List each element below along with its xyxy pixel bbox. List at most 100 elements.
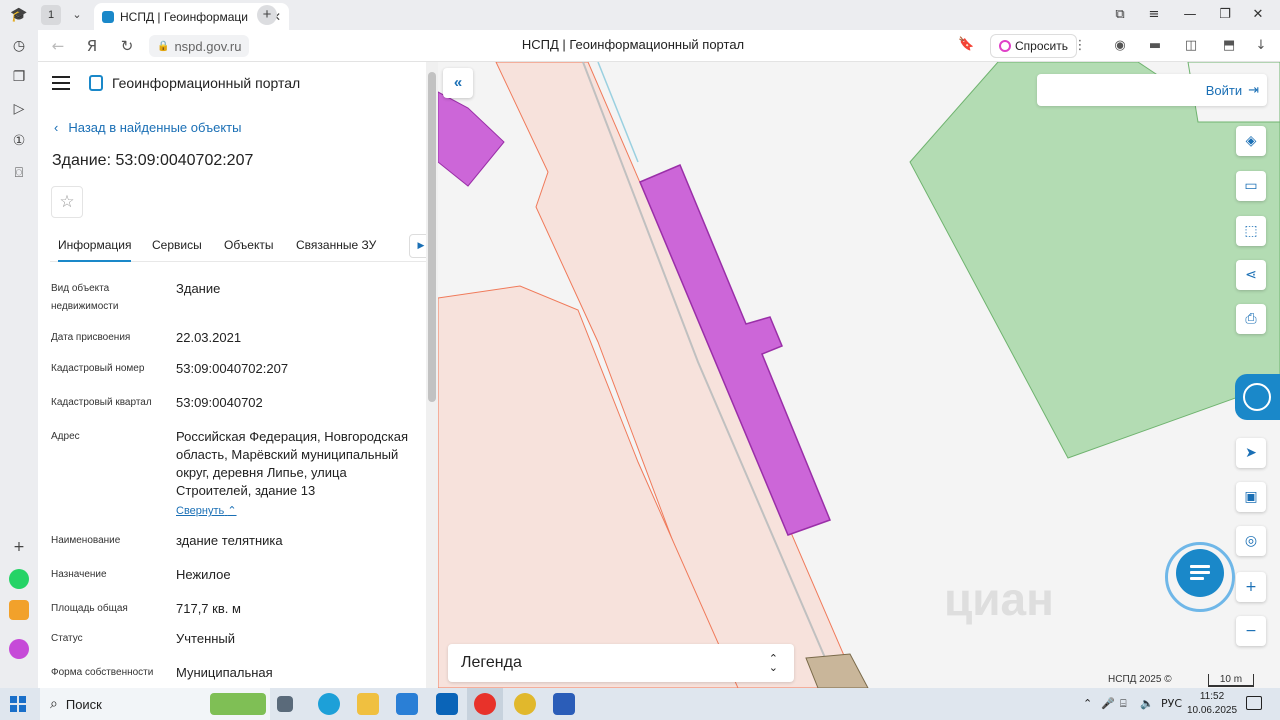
search-label: Поиск bbox=[65, 696, 102, 712]
task-view-icon[interactable] bbox=[277, 696, 293, 712]
hamburger-icon[interactable] bbox=[52, 76, 70, 94]
expand-icon[interactable]: ⌃ ⌄ bbox=[769, 653, 778, 673]
screenshot-icon[interactable]: ⌼ bbox=[9, 163, 29, 183]
collapse-link[interactable]: Свернуть ⌃ bbox=[176, 502, 237, 520]
tab-related-parcels[interactable]: Связанные ЗУ bbox=[296, 238, 376, 252]
attribute-value: Муниципальная bbox=[176, 665, 273, 680]
clock[interactable]: 11:52 10.06.2025 bbox=[1186, 690, 1238, 718]
attribute-label: Форма собственности bbox=[51, 667, 154, 678]
tab-counter[interactable]: 1 bbox=[41, 5, 61, 25]
ask-button[interactable]: Спросить bbox=[990, 34, 1077, 58]
page-title: НСПД | Геоинформационный портал bbox=[521, 37, 745, 52]
building-neighbor[interactable] bbox=[438, 91, 505, 187]
new-tab-button[interactable]: + bbox=[257, 5, 277, 25]
watermark: циан bbox=[944, 573, 1054, 625]
chat-bubble-icon bbox=[1243, 383, 1271, 411]
login-label: Войти bbox=[1205, 82, 1243, 98]
extension-icon[interactable]: ▬ bbox=[1145, 36, 1165, 56]
ruler-icon[interactable]: ▭ bbox=[1236, 171, 1266, 201]
minimize-icon[interactable]: — bbox=[1180, 5, 1200, 25]
file-explorer-icon[interactable] bbox=[357, 693, 379, 715]
menu-icon[interactable]: ≡ bbox=[1144, 5, 1164, 25]
address-value: Российская Федерация, Новгородская облас… bbox=[176, 428, 418, 520]
panel-scrollbar[interactable] bbox=[426, 62, 438, 688]
clock-date: 10.06.2025 bbox=[1186, 705, 1238, 716]
edge-icon[interactable] bbox=[318, 693, 340, 715]
search-icon: ⌕ bbox=[50, 696, 58, 712]
favorite-star-button[interactable]: ☆ bbox=[51, 186, 83, 218]
reload-icon[interactable]: ↻ bbox=[117, 36, 137, 56]
extension-icon[interactable]: ⬒ bbox=[1219, 36, 1239, 56]
bookmark-icon[interactable]: 🔖 bbox=[958, 36, 974, 52]
tab-information[interactable]: Информация bbox=[58, 238, 132, 262]
download-icon[interactable]: ↓ bbox=[1251, 36, 1271, 56]
collections-icon[interactable]: ◫ bbox=[1181, 36, 1201, 56]
volume-icon[interactable]: 🔈 bbox=[1140, 697, 1154, 710]
collapse-panel-button[interactable]: « bbox=[443, 68, 473, 98]
close-window-icon[interactable]: ✕ bbox=[1248, 5, 1268, 25]
tab-services[interactable]: Сервисы bbox=[152, 238, 202, 252]
zoom-in-icon[interactable]: + bbox=[1236, 572, 1266, 602]
location-icon[interactable]: ➤ bbox=[1236, 438, 1266, 468]
whatsapp-icon[interactable] bbox=[9, 569, 29, 589]
network-icon[interactable]: ⌸ bbox=[1120, 697, 1127, 711]
clock-time: 11:52 bbox=[1199, 691, 1225, 702]
select-area-icon[interactable]: ⬚ bbox=[1236, 216, 1266, 246]
media-icon[interactable]: ▷ bbox=[9, 99, 29, 119]
chevron-down-icon[interactable]: ⌄ bbox=[67, 5, 87, 25]
chevron-up-icon[interactable]: ⌃ bbox=[1083, 697, 1092, 710]
alice-app-icon[interactable] bbox=[9, 639, 29, 659]
collections-icon[interactable]: ❐ bbox=[9, 67, 29, 87]
back-arrow-icon[interactable]: ← bbox=[48, 36, 68, 56]
map-view[interactable]: циан « Войти ⇥ ◈ ▭ ⬚ ⋖ ⎙ ➤ ▣ ◎ + − Леген… bbox=[438, 62, 1280, 688]
microphone-icon[interactable]: 🎤 bbox=[1101, 697, 1115, 710]
zoom-out-icon[interactable]: − bbox=[1236, 616, 1266, 646]
attribute-label: Кадастровый номер bbox=[51, 363, 145, 374]
yandex-icon[interactable]: Я bbox=[82, 36, 102, 56]
attribute-label: Дата присвоения bbox=[51, 332, 131, 343]
minimap-icon[interactable]: ▣ bbox=[1236, 482, 1266, 512]
history-icon[interactable]: ◷ bbox=[9, 36, 29, 56]
attribute-value: Здание bbox=[176, 281, 221, 296]
collapse-label: Свернуть bbox=[176, 505, 225, 517]
windows-start-icon[interactable] bbox=[10, 696, 26, 712]
map-canvas[interactable] bbox=[438, 62, 1280, 688]
chevron-left-icon: ‹ bbox=[54, 120, 59, 135]
geolocate-icon[interactable]: ◎ bbox=[1236, 526, 1266, 556]
yandex-browser-icon[interactable] bbox=[474, 693, 496, 715]
outlook-icon[interactable] bbox=[436, 693, 458, 715]
login-button[interactable]: Войти ⇥ bbox=[1206, 82, 1259, 98]
attribute-value: Российская Федерация, Новгородская облас… bbox=[176, 429, 408, 498]
tab-number-icon[interactable]: ① bbox=[9, 131, 29, 151]
mail-app-icon[interactable] bbox=[9, 600, 29, 620]
assistant-widget-button[interactable] bbox=[1235, 374, 1280, 420]
extension-icon[interactable]: ◉ bbox=[1110, 36, 1130, 56]
url-field[interactable]: 🔒 nspd.gov.ru bbox=[149, 35, 250, 57]
restore-icon[interactable]: ❐ bbox=[1215, 5, 1235, 25]
attribute-label: Адрес bbox=[51, 431, 80, 442]
attribute-label: Кадастровый квартал bbox=[51, 397, 152, 408]
share-icon[interactable]: ⋖ bbox=[1236, 260, 1266, 290]
attribute-value: 53:09:0040702 bbox=[176, 395, 263, 410]
chrome-icon[interactable] bbox=[514, 693, 536, 715]
scrollbar-thumb[interactable] bbox=[428, 72, 436, 402]
legend-bar[interactable]: Легенда ⌃ ⌄ bbox=[448, 644, 794, 682]
notification-icon[interactable] bbox=[1246, 696, 1262, 710]
add-app-icon[interactable]: + bbox=[9, 537, 29, 557]
store-icon[interactable] bbox=[396, 693, 418, 715]
chat-button[interactable] bbox=[1176, 549, 1224, 597]
layers-icon[interactable]: ◈ bbox=[1236, 126, 1266, 156]
print-icon[interactable]: ⎙ bbox=[1236, 304, 1266, 334]
attribute-value: Нежилое bbox=[176, 567, 231, 582]
alice-icon bbox=[999, 40, 1011, 52]
tabs-overview-icon[interactable]: ⧉ bbox=[1110, 5, 1130, 25]
address-bar: ← Я ↻ 🔒 nspd.gov.ru НСПД | Геоинформацио… bbox=[38, 30, 1280, 62]
profile-icon[interactable]: 🎓 bbox=[9, 5, 29, 25]
word-icon[interactable] bbox=[553, 693, 575, 715]
search-highlight-image[interactable] bbox=[210, 693, 266, 715]
back-to-results-link[interactable]: ‹ Назад в найденные объекты bbox=[54, 120, 241, 135]
language-indicator[interactable]: РУС bbox=[1161, 697, 1182, 710]
tab-objects[interactable]: Объекты bbox=[224, 238, 274, 252]
object-panel: Геоинформационный портал ‹ Назад в найде… bbox=[38, 62, 438, 688]
more-icon[interactable]: ⋮ bbox=[1070, 36, 1090, 56]
